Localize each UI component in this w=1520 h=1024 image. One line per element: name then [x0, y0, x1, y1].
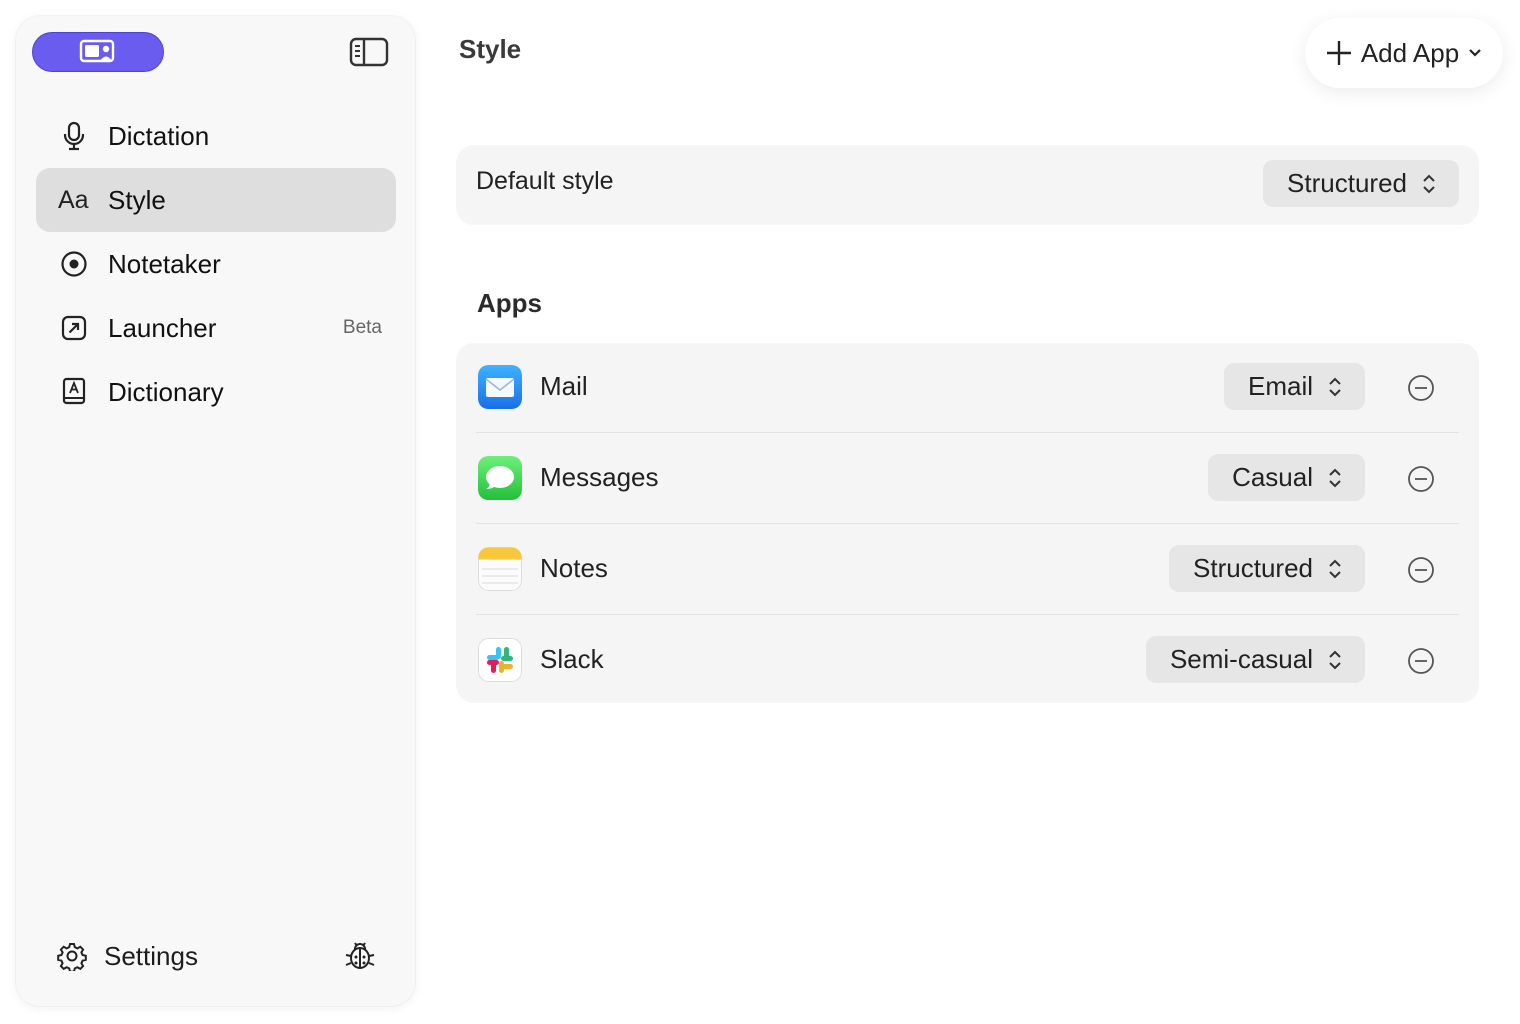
chevron-up-down-icon [1329, 559, 1341, 578]
messages-app-icon [478, 456, 522, 500]
beta-badge: Beta [342, 317, 382, 338]
app-style-select[interactable]: Semi-casual [1145, 636, 1365, 683]
sidebar-item-label: Dictation [108, 120, 210, 151]
apps-card: Mail Email Messages Casual Notes Structu… [456, 343, 1479, 703]
mail-app-icon [478, 365, 522, 409]
bug-report-button[interactable] [344, 938, 376, 977]
sidebar-item-dictation[interactable]: Dictation [36, 104, 396, 168]
page-title: Style [459, 34, 522, 64]
sidebar-item-label: Dictionary [108, 376, 224, 407]
select-value: Semi-casual [1169, 644, 1313, 674]
default-style-label: Default style [476, 167, 614, 195]
app-name: Mail [540, 371, 588, 401]
app-style-select[interactable]: Structured [1169, 545, 1365, 592]
select-value: Structured [1193, 553, 1313, 583]
select-value: Structured [1287, 168, 1407, 198]
row-divider [476, 614, 1459, 615]
app-row-mail: Mail Email [476, 343, 1459, 434]
sidebar-item-style[interactable]: Aa Style [36, 168, 396, 232]
chevron-up-down-icon [1423, 174, 1435, 193]
settings-label: Settings [104, 940, 198, 971]
profile-card-icon [79, 39, 115, 63]
remove-app-button[interactable] [1407, 647, 1435, 675]
sidebar-footer: Settings [56, 936, 376, 976]
bug-icon [345, 942, 375, 969]
dictionary-icon [58, 376, 90, 408]
sidebar-item-launcher[interactable]: Launcher Beta [36, 296, 396, 360]
minus-circle-icon [1408, 648, 1434, 674]
app-style-select[interactable]: Casual [1208, 454, 1365, 501]
remove-app-button[interactable] [1407, 374, 1435, 402]
app-style-select[interactable]: Email [1223, 363, 1365, 410]
sidebar-item-label: Launcher [108, 312, 217, 343]
minus-circle-icon [1408, 375, 1434, 401]
select-value: Email [1247, 371, 1313, 401]
slack-app-icon [478, 638, 522, 682]
add-app-label: Add App [1360, 37, 1460, 68]
apps-section-title: Apps [477, 288, 542, 318]
gear-icon [56, 940, 88, 972]
settings-button[interactable]: Settings [56, 940, 198, 972]
minus-circle-icon [1408, 557, 1434, 583]
sidebar-toggle-icon [349, 37, 389, 67]
app-name: Slack [540, 644, 604, 674]
remove-app-button[interactable] [1407, 556, 1435, 584]
sidebar-item-label: Style [108, 184, 166, 215]
chevron-up-down-icon [1329, 468, 1341, 487]
launch-icon [58, 312, 90, 344]
row-divider [476, 523, 1459, 524]
app-name: Notes [540, 553, 608, 583]
text-style-icon: Aa [58, 185, 89, 214]
app-row-notes: Notes Structured [476, 525, 1459, 616]
notes-app-icon [478, 547, 522, 591]
chevron-down-icon [1469, 49, 1481, 57]
profile-button[interactable] [32, 32, 164, 72]
minus-circle-icon [1408, 466, 1434, 492]
row-divider [476, 432, 1459, 433]
chevron-up-down-icon [1329, 377, 1341, 396]
add-app-button[interactable]: Add App [1305, 18, 1503, 88]
chevron-up-down-icon [1329, 650, 1341, 669]
microphone-icon [58, 120, 90, 152]
sidebar: Dictation Aa Style Notetaker Launcher Be… [16, 16, 415, 1006]
sidebar-item-notetaker[interactable]: Notetaker [36, 232, 396, 296]
plus-icon [1326, 41, 1351, 65]
sidebar-item-label: Notetaker [108, 248, 221, 279]
remove-app-button[interactable] [1407, 465, 1435, 493]
sidebar-item-dictionary[interactable]: Dictionary [36, 360, 396, 424]
app-row-slack: Slack Semi-casual [476, 616, 1459, 707]
default-style-select[interactable]: Structured [1263, 160, 1459, 207]
default-style-card: Default style Structured [456, 145, 1479, 225]
record-icon [58, 248, 90, 280]
app-row-messages: Messages Casual [476, 434, 1459, 525]
sidebar-nav: Dictation Aa Style Notetaker Launcher Be… [36, 104, 396, 424]
sidebar-toggle-button[interactable] [349, 36, 389, 68]
select-value: Casual [1232, 462, 1313, 492]
app-name: Messages [540, 462, 659, 492]
